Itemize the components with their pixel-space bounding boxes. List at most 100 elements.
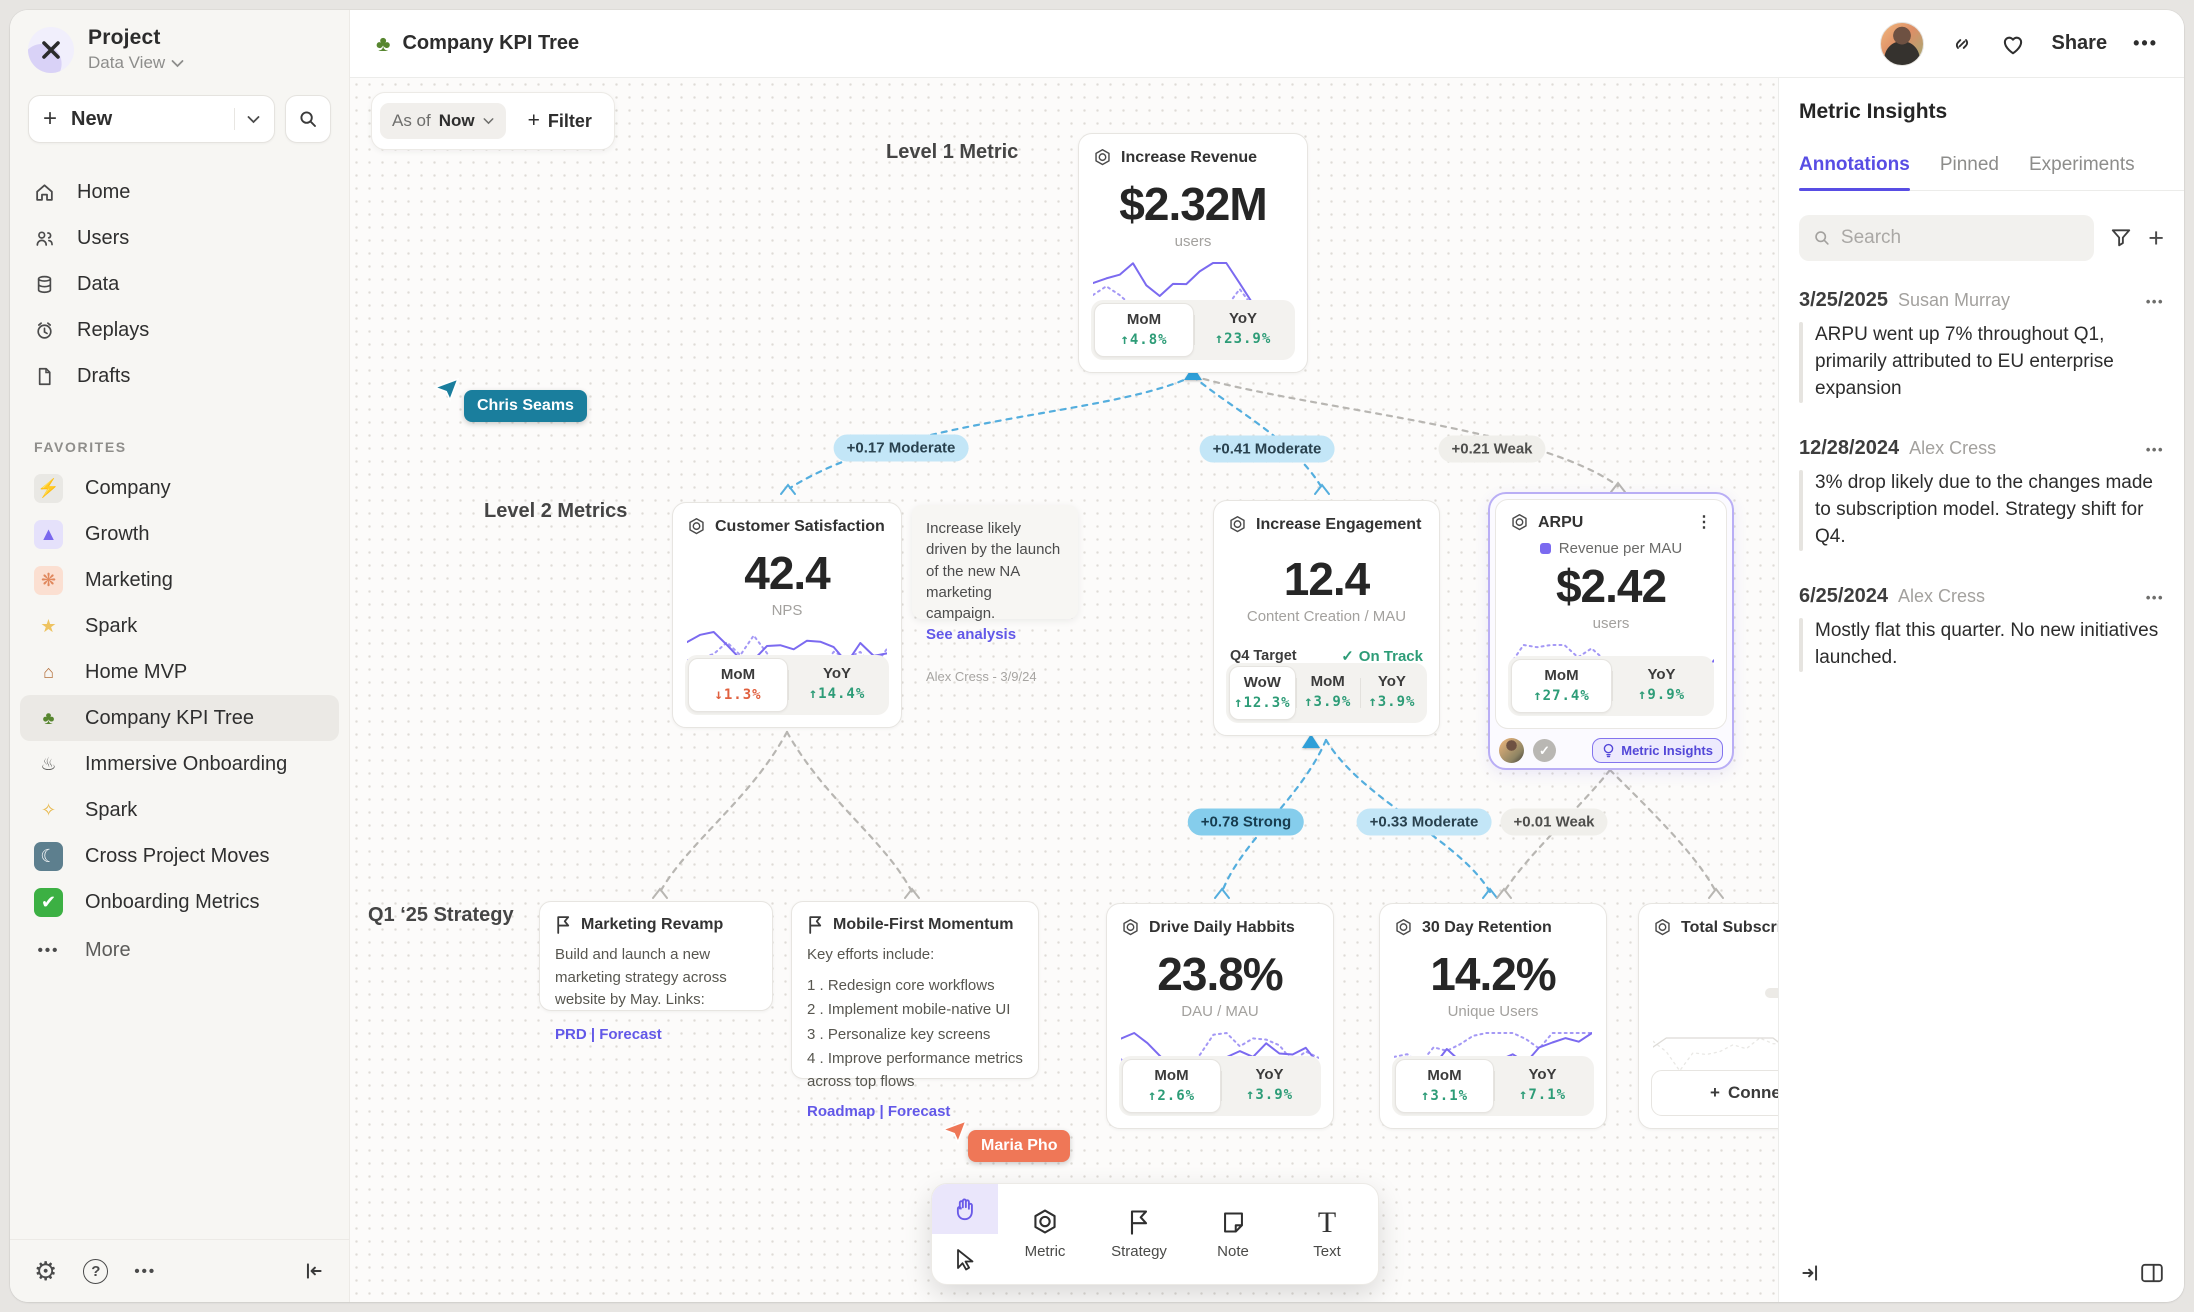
metric-card-increase-engagement[interactable]: Increase Engagement 12.4 Content Creatio… <box>1213 500 1440 736</box>
annotation-date: 12/28/2024 <box>1799 437 1899 460</box>
sidebar-item-spark[interactable]: ★Spark <box>20 603 339 649</box>
split-view-icon[interactable] <box>2140 1262 2164 1284</box>
sidebar-item-users[interactable]: Users <box>20 215 339 261</box>
stat-yoy[interactable]: YoY ↑3.9% <box>1360 666 1424 720</box>
correlation-label[interactable]: +0.78 Strong <box>1188 809 1304 836</box>
sidebar-item-data[interactable]: Data <box>20 261 339 307</box>
strategy-links[interactable]: Roadmap | Forecast <box>807 1103 1023 1120</box>
search-icon <box>1813 228 1831 248</box>
annotations-search[interactable] <box>1799 215 2094 261</box>
sidebar-item-immersive-onboarding[interactable]: ♨Immersive Onboarding <box>20 741 339 787</box>
stat-mom[interactable]: MoM ↑2.6% <box>1122 1059 1221 1113</box>
strategy-tool[interactable]: Strategy <box>1092 1184 1186 1284</box>
strategy-card-mobile-first[interactable]: Mobile-First Momentum Key efforts includ… <box>791 901 1039 1079</box>
correlation-label[interactable]: +0.33 Moderate <box>1357 809 1492 836</box>
annotation-menu-icon[interactable]: ••• <box>2146 590 2164 605</box>
connect-button[interactable]: + Connect <box>1651 1070 1778 1116</box>
copy-link-icon[interactable] <box>1950 32 1974 56</box>
favorite-heart-icon[interactable] <box>2000 32 2026 56</box>
help-icon[interactable]: ? <box>83 1259 108 1284</box>
metric-card-drive-daily-habbits[interactable]: Drive Daily Habbits 23.8% DAU / MAU MoM … <box>1106 903 1334 1129</box>
sidebar-item-home[interactable]: Home <box>20 169 339 215</box>
stat-wow[interactable]: WoW ↑12.3% <box>1229 666 1296 720</box>
tab-pinned[interactable]: Pinned <box>1940 154 1999 190</box>
sidebar-item-label: Company KPI Tree <box>85 707 254 730</box>
metric-card-increase-revenue[interactable]: Increase Revenue $2.32M users MoM ↑4.8% … <box>1078 133 1308 373</box>
see-analysis-link[interactable]: See analysis <box>926 624 1064 645</box>
more-options-icon[interactable]: ••• <box>134 1263 156 1280</box>
strategy-body: Build and launch a new marketing strateg… <box>555 944 757 1012</box>
select-tool[interactable] <box>932 1234 998 1284</box>
sidebar-item-spark[interactable]: ✧Spark <box>20 787 339 833</box>
stat-mom[interactable]: MoM ↑27.4% <box>1511 659 1612 713</box>
legend-swatch <box>1540 543 1551 554</box>
sidebar-item-more[interactable]: ••• More <box>20 927 339 973</box>
sidebar-item-replays[interactable]: Replays <box>20 307 339 353</box>
note-tool[interactable]: Note <box>1186 1184 1280 1284</box>
metric-card-total-subscriptions[interactable]: Total Subscript + Connect <box>1638 903 1778 1129</box>
stat-yoy[interactable]: YoY ↑9.9% <box>1612 659 1711 713</box>
new-button[interactable]: + New <box>28 95 275 143</box>
topbar: ♣ Company KPI Tree Share ••• <box>350 10 2184 78</box>
metric-unit: NPS <box>687 602 887 619</box>
hand-tool[interactable] <box>932 1184 998 1234</box>
metric-card-30-day-retention[interactable]: 30 Day Retention 14.2% Unique Users MoM … <box>1379 903 1607 1129</box>
sidebar-item-company-kpi-tree[interactable]: ♣Company KPI Tree <box>20 695 339 741</box>
stat-yoy[interactable]: YoY ↑3.9% <box>1221 1059 1318 1113</box>
project-subtitle[interactable]: Data View <box>88 53 184 73</box>
filter-funnel-icon[interactable] <box>2110 227 2132 249</box>
stat-mom[interactable]: MoM ↓1.3% <box>688 658 788 712</box>
stat-mom[interactable]: MoM ↑3.9% <box>1296 666 1360 720</box>
correlation-label[interactable]: +0.17 Moderate <box>834 435 969 462</box>
text-tool[interactable]: T Text <box>1280 1184 1374 1284</box>
annotation-menu-icon[interactable]: ••• <box>2146 294 2164 309</box>
sidebar-item-home-mvp[interactable]: ⌂Home MVP <box>20 649 339 695</box>
share-button[interactable]: Share <box>2052 32 2108 55</box>
project-header[interactable]: Project Data View <box>20 10 339 73</box>
settings-gear-icon[interactable]: ⚙ <box>34 1258 57 1284</box>
metric-insights-button[interactable]: Metric Insights <box>1592 738 1723 763</box>
sidebar-item-growth[interactable]: ▲Growth <box>20 511 339 557</box>
metric-card-customer-satisfaction[interactable]: Customer Satisfaction 42.4 NPS MoM ↓1.3%… <box>672 502 902 728</box>
annotation-item[interactable]: 12/28/2024Alex Cress•••3% drop likely du… <box>1799 437 2164 551</box>
card-menu-icon[interactable]: ⋮ <box>1696 519 1712 526</box>
search-input[interactable] <box>1841 227 2080 249</box>
collapse-panel-icon[interactable] <box>1799 1262 1821 1284</box>
stat-yoy[interactable]: YoY ↑7.1% <box>1494 1059 1591 1113</box>
user-avatar[interactable] <box>1880 22 1924 66</box>
as-of-dropdown[interactable]: As of Now <box>380 103 506 139</box>
stat-yoy[interactable]: YoY ↑23.9% <box>1194 303 1292 357</box>
topbar-more-icon[interactable]: ••• <box>2133 33 2158 54</box>
metric-tool[interactable]: Metric <box>998 1184 1092 1284</box>
add-annotation-button[interactable]: + <box>2148 225 2164 252</box>
annotation-item[interactable]: 6/25/2024Alex Cress•••Mostly flat this q… <box>1799 585 2164 672</box>
correlation-label[interactable]: +0.21 Weak <box>1438 436 1545 463</box>
sidebar-item-drafts[interactable]: Drafts <box>20 353 339 399</box>
kpi-canvas[interactable]: As of Now + Filter Level 1 Metric Level … <box>350 78 1778 1302</box>
chevron-down-icon[interactable] <box>247 115 260 124</box>
collapse-sidebar-icon[interactable] <box>303 1260 325 1282</box>
tab-experiments[interactable]: Experiments <box>2029 154 2135 190</box>
metric-card-arpu-selected[interactable]: ARPU ⋮ Revenue per MAU $2.42 users MoM ↑… <box>1488 492 1734 770</box>
annotation-item[interactable]: 3/25/2025Susan Murray•••ARPU went up 7% … <box>1799 289 2164 403</box>
canvas-annotation-note[interactable]: Increase likely driven by the launch of … <box>912 505 1078 619</box>
annotation-menu-icon[interactable]: ••• <box>2146 442 2164 457</box>
correlation-label[interactable]: +0.41 Moderate <box>1200 436 1335 463</box>
confetti-icon: ❋ <box>34 566 63 595</box>
sidebar-item-onboarding-metrics[interactable]: ✔Onboarding Metrics <box>20 879 339 925</box>
sidebar-item-marketing[interactable]: ❋Marketing <box>20 557 339 603</box>
annotation-quote-bar <box>1799 618 1803 672</box>
stat-mom[interactable]: MoM ↑3.1% <box>1395 1059 1494 1113</box>
sidebar-item-company[interactable]: ⚡Company <box>20 465 339 511</box>
add-filter-button[interactable]: + Filter <box>514 101 606 141</box>
stat-yoy[interactable]: YoY ↑14.4% <box>788 658 886 712</box>
correlation-label[interactable]: +0.01 Weak <box>1500 809 1607 836</box>
strategy-links[interactable]: PRD | Forecast <box>555 1026 757 1043</box>
strategy-list-item: 4 . Improve performance metrics across t… <box>807 1048 1023 1093</box>
hand-icon <box>952 1196 978 1222</box>
strategy-card-marketing-revamp[interactable]: Marketing Revamp Build and launch a new … <box>539 901 773 1011</box>
sidebar-search-button[interactable] <box>285 95 331 143</box>
sidebar-item-cross-project-moves[interactable]: ☾Cross Project Moves <box>20 833 339 879</box>
tab-annotations[interactable]: Annotations <box>1799 154 1910 190</box>
stat-mom[interactable]: MoM ↑4.8% <box>1094 303 1194 357</box>
